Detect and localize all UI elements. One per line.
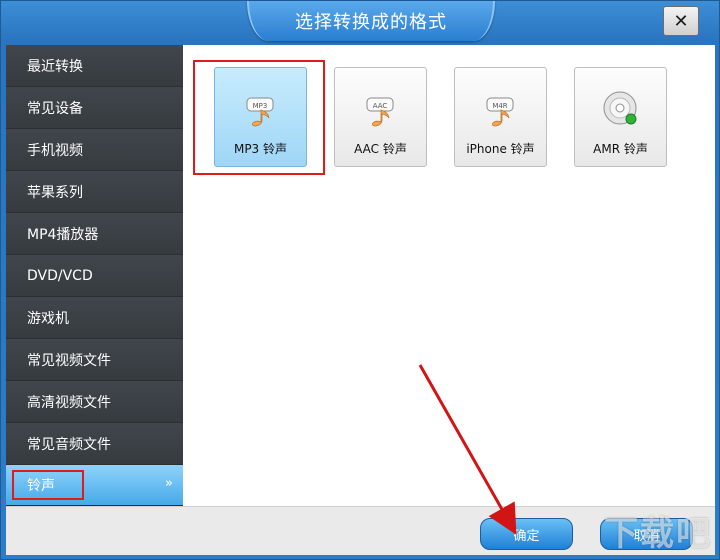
ok-button[interactable]: 确定	[480, 518, 573, 550]
music-note-icon: M4R	[486, 97, 513, 127]
sidebar-item-label: MP4播放器	[27, 226, 99, 243]
dialog-title: 选择转换成的格式	[295, 12, 447, 33]
watermark-logo: 下载吧	[604, 514, 712, 554]
sidebar-item-common-devices[interactable]: 常见设备	[6, 87, 183, 129]
chevron-right-icon: »	[165, 476, 173, 491]
sidebar-item-label: 常见音频文件	[27, 436, 111, 453]
sidebar-item-common-video[interactable]: 常见视频文件	[6, 339, 183, 381]
format-tile-aac-ringtone[interactable]: AAC AAC 铃声	[334, 67, 427, 167]
sidebar-item-recent[interactable]: 最近转换	[6, 45, 183, 87]
format-label: AAC 铃声	[354, 142, 407, 156]
close-button[interactable]: ✕	[663, 6, 699, 36]
title-bar: 选择转换成的格式	[247, 1, 495, 41]
sidebar-item-apple[interactable]: 苹果系列	[6, 171, 183, 213]
sidebar-item-label: 游戏机	[27, 310, 69, 327]
annotation-highlight-box	[12, 470, 84, 500]
sidebar-item-label: 最近转换	[27, 58, 83, 75]
format-tile-amr-ringtone[interactable]: AMR 铃声	[574, 67, 667, 167]
sidebar-item-label: 手机视频	[27, 142, 83, 159]
dialog-window: 选择转换成的格式 ✕ 最近转换 常见设备 手机视频 苹果系列 MP4播放器 DV…	[0, 0, 720, 560]
format-label: MP3 铃声	[233, 142, 288, 156]
sidebar-item-hd-video[interactable]: 高清视频文件	[6, 381, 183, 423]
sidebar-item-mp4-player[interactable]: MP4播放器	[6, 213, 183, 255]
sidebar-item-mobile-video[interactable]: 手机视频	[6, 129, 183, 171]
dialog-body: 最近转换 常见设备 手机视频 苹果系列 MP4播放器 DVD/VCD 游戏机 常…	[6, 45, 715, 555]
sidebar-item-ringtone[interactable]: 铃声 »	[6, 465, 183, 506]
music-note-icon: MP3	[246, 97, 273, 127]
sidebar-item-label: 苹果系列	[27, 184, 83, 201]
disc-icon	[603, 91, 636, 125]
format-tile-mp3-ringtone[interactable]: MP3 MP3 铃声	[214, 67, 307, 167]
format-label: AMR 铃声	[593, 142, 648, 156]
sidebar-item-dvd-vcd[interactable]: DVD/VCD	[6, 255, 183, 297]
music-note-icon: AAC	[366, 97, 393, 127]
close-icon: ✕	[673, 10, 689, 32]
format-badge: M4R	[492, 102, 507, 110]
sidebar-item-label: 常见视频文件	[27, 352, 111, 369]
sidebar-item-common-audio[interactable]: 常见音频文件	[6, 423, 183, 465]
sidebar-item-label: 常见设备	[27, 100, 83, 117]
format-grid: MP3 MP3 铃声 AAC AAC 铃声 M4R iPhone 铃声 AMR …	[183, 45, 715, 506]
sidebar-item-game-console[interactable]: 游戏机	[6, 297, 183, 339]
ok-button-label: 确定	[513, 528, 540, 544]
format-tile-iphone-ringtone[interactable]: M4R iPhone 铃声	[454, 67, 547, 167]
category-sidebar: 最近转换 常见设备 手机视频 苹果系列 MP4播放器 DVD/VCD 游戏机 常…	[6, 45, 183, 506]
format-label: iPhone 铃声	[466, 142, 535, 156]
sidebar-item-label: 高清视频文件	[27, 394, 111, 411]
format-badge: AAC	[372, 102, 387, 110]
sidebar-item-label: DVD/VCD	[27, 267, 93, 284]
format-badge: MP3	[252, 102, 267, 110]
